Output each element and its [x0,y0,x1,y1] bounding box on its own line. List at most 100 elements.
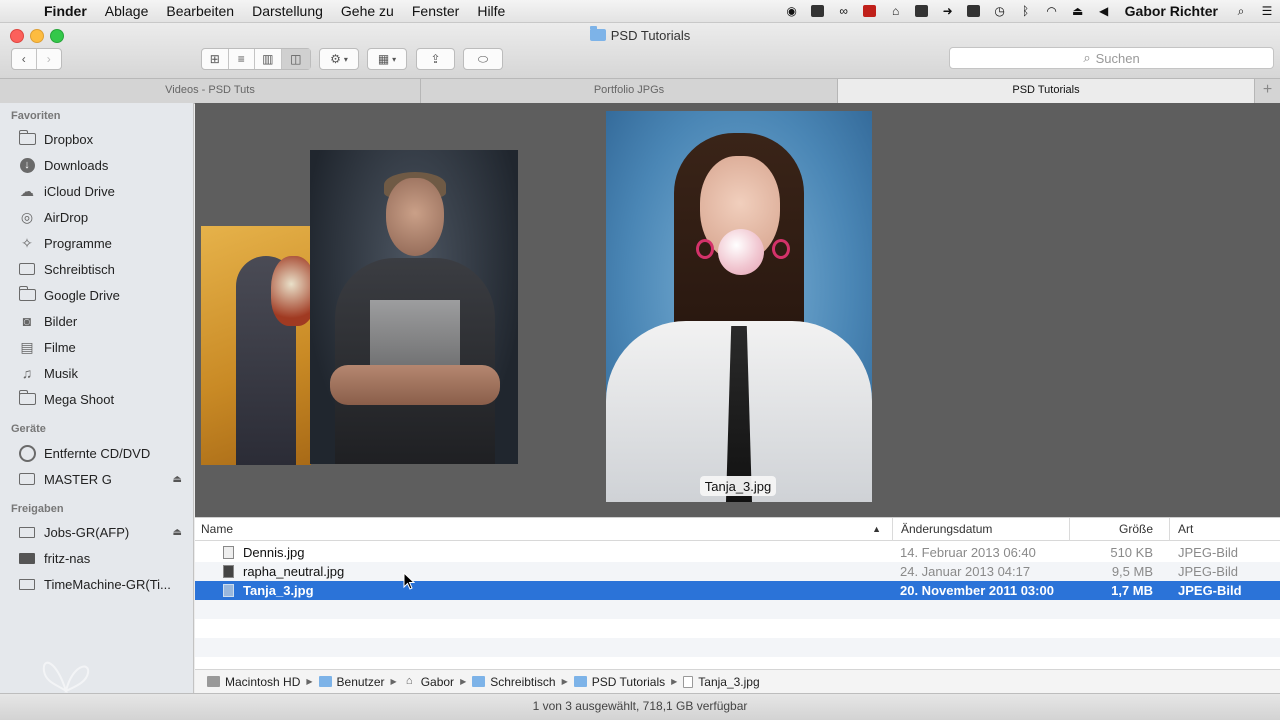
column-header-size[interactable]: Größe [1069,518,1163,541]
new-tab-button[interactable]: + [1255,79,1280,103]
icon-view-button[interactable]: ⊞ [202,49,229,69]
home-icon[interactable]: ⌂ [888,4,904,18]
battery-app-icon[interactable] [966,4,982,18]
table-row[interactable]: Dennis.jpg 14. Februar 2013 06:40 510 KB… [195,543,1280,562]
sidebar-item-master-g[interactable]: MASTER G ⏏ [18,468,188,490]
list-view-button[interactable]: ≡ [229,49,256,69]
sidebar-item-mega-shoot[interactable]: Mega Shoot [18,388,188,410]
menu-gehe-zu[interactable]: Gehe zu [332,3,403,19]
sidebar-item-programme[interactable]: ✧ Programme [18,232,188,254]
file-icon [683,675,694,688]
search-field[interactable]: ⌕ Suchen [949,47,1274,69]
tab-psd-tutorials[interactable]: PSD Tutorials [838,79,1255,103]
path-item-tanja-3[interactable]: Tanja_3.jpg [683,675,760,689]
menu-fenster[interactable]: Fenster [403,3,468,19]
cover-flow-area[interactable]: Tanja_3.jpg [195,103,1280,517]
sidebar-item-dropbox[interactable]: Dropbox [18,128,188,150]
menu-hilfe[interactable]: Hilfe [468,3,514,19]
wifi-icon[interactable]: ◠ [1044,4,1060,18]
sidebar-item-fritz-nas[interactable]: fritz-nas [18,547,188,569]
bluetooth-icon[interactable]: ᛒ [1018,4,1034,18]
home-icon: ⌂ [405,675,413,687]
path-item-psd-tutorials[interactable]: PSD Tutorials [573,675,665,689]
user-name[interactable]: Gabor Richter [1125,3,1218,19]
share-button[interactable]: ⇪ [416,48,455,70]
column-header-date[interactable]: Änderungsdatum [892,518,1064,541]
image-file-icon [223,584,234,597]
tab-portfolio-jpgs[interactable]: Portfolio JPGs [421,79,838,103]
column-view-button[interactable]: ▥ [255,49,282,69]
cover-thumbnail-rapha-neutral[interactable] [310,150,518,464]
path-item-macintosh-hd[interactable]: Macintosh HD [207,675,300,689]
mouse-cursor-icon [403,571,416,590]
menu-ablage[interactable]: Ablage [96,3,158,19]
cover-thumbnail-dennis[interactable] [201,226,311,465]
notification-center-icon[interactable]: ☰ [1259,4,1275,18]
sidebar-item-timemachine-gr[interactable]: TimeMachine-GR(Ti... [18,573,188,595]
sidebar-item-filme[interactable]: ▤ Filme [18,336,188,358]
table-row[interactable]: rapha_neutral.jpg 24. Januar 2013 04:17 … [195,562,1280,581]
path-separator-icon: ▶ [390,677,397,686]
path-item-benutzer[interactable]: Benutzer [318,675,385,689]
action-menu-button[interactable]: ⚙ ▾ [319,48,359,70]
sidebar-item-downloads[interactable]: ↓ Downloads [18,154,188,176]
applications-icon: ✧ [21,234,33,251]
list-header: Name ▲ Änderungsdatum Größe Art [195,517,1280,541]
grid-icon: ⊞ [209,52,220,66]
sidebar-item-musik[interactable]: ♫ Musik [18,362,188,384]
volume-icon[interactable]: ◀ [1096,4,1112,18]
cover-flow-icon: ◫ [290,52,302,66]
sidebar-item-bilder[interactable]: ◙ Bilder [18,310,188,332]
extension-icon[interactable] [810,4,826,18]
disc-icon [18,444,36,462]
image-file-icon [223,546,234,559]
path-item-gabor[interactable]: ⌂ Gabor [403,675,454,689]
cover-flow-button[interactable]: ◫ [281,49,310,69]
cover-thumbnail-tanja-3[interactable] [606,111,872,502]
chevron-right-icon: › [46,52,51,66]
columns-icon: ▥ [262,52,274,66]
menu-darstellung[interactable]: Darstellung [243,3,332,19]
menu-finder[interactable]: Finder [36,3,96,19]
sidebar-item-schreibtisch[interactable]: Schreibtisch [18,258,188,280]
back-button[interactable]: ‹ [12,49,37,69]
arrange-menu-button[interactable]: ▦ ▾ [367,48,407,70]
column-header-name[interactable]: Name ▲ [201,518,891,541]
file-size: 510 KB [1110,545,1153,560]
app-icon[interactable] [914,4,930,18]
sidebar-item-entfernte-cd-dvd[interactable]: Entfernte CD/DVD [18,442,188,464]
time-machine-icon[interactable]: ◷ [992,4,1008,18]
eject-icon[interactable]: ⏏ [173,527,182,538]
eject-icon[interactable]: ⏏ [1070,4,1086,18]
status-menu-area: ◉ ∞ ⌂ ➜ ◷ ᛒ ◠ ⏏ ◀ Gabor Richter ⌕ ☰ [779,0,1280,22]
tags-button[interactable]: ⬭ [463,48,503,70]
table-row-selected[interactable]: Tanja_3.jpg 20. November 2011 03:00 1,7 … [195,581,1280,600]
menu-bearbeiten[interactable]: Bearbeiten [157,3,243,19]
sidebar-item-jobs-gr-afp[interactable]: Jobs-GR(AFP) ⏏ [18,521,188,543]
share-icon: ⇪ [430,52,441,66]
gear-icon: ⚙ [330,52,341,66]
column-header-kind[interactable]: Art [1169,518,1280,541]
path-item-schreibtisch[interactable]: Schreibtisch [472,675,556,689]
folder-icon [318,676,332,687]
image-file-icon [223,565,234,578]
folder-icon [18,286,36,303]
file-name: Tanja_3.jpg [243,583,314,598]
sidebar-item-google-drive[interactable]: Google Drive [18,284,188,306]
cover-flow-caption: Tanja_3.jpg [700,476,776,496]
record-icon[interactable]: ◉ [784,4,800,18]
file-kind: JPEG-Bild [1178,545,1238,560]
forward-button[interactable]: › [37,49,61,69]
drive-icon [18,471,36,487]
spotlight-search-icon[interactable]: ⌕ [1233,4,1249,18]
file-date: 20. November 2011 03:00 [900,583,1054,598]
app-red-icon[interactable] [862,4,878,18]
eject-icon[interactable]: ⏏ [173,474,182,485]
sidebar-item-airdrop[interactable]: ◎ AirDrop [18,206,188,228]
creative-cloud-icon[interactable]: ∞ [836,4,852,18]
search-icon: ⌕ [1083,50,1091,65]
tab-videos-psd-tuts[interactable]: Videos - PSD Tuts [0,79,421,103]
sidebar-item-icloud-drive[interactable]: ☁ iCloud Drive [18,180,188,202]
server-icon [18,524,36,540]
forward-icon[interactable]: ➜ [940,4,956,18]
